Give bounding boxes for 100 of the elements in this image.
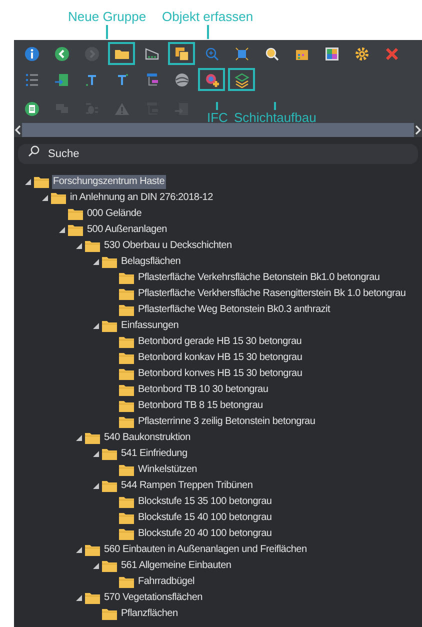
- folder-icon: [51, 192, 66, 204]
- tree-item[interactable]: Winkelstützen: [137, 463, 198, 477]
- scroll-left-icon[interactable]: [14, 124, 22, 136]
- callout-label: Schichtaufbau: [234, 110, 316, 125]
- scrollbar-track[interactable]: [22, 123, 414, 137]
- expanded-arrow-icon[interactable]: [76, 547, 82, 553]
- expanded-arrow-icon[interactable]: [92, 323, 98, 329]
- scroll-right-icon[interactable]: [414, 124, 422, 136]
- tree-item[interactable]: 000 Gelände: [86, 207, 143, 221]
- tree-item[interactable]: 540 Baukonstruktion: [103, 431, 192, 445]
- tree-item[interactable]: Betonbord konkav HB 15 30 betongrau: [137, 351, 304, 365]
- callout-label: Objekt erfassen: [162, 9, 254, 25]
- folder-icon: [102, 320, 117, 332]
- folder-icon: [102, 256, 117, 268]
- folder-icon: [119, 400, 134, 412]
- info-icon: [24, 46, 40, 62]
- expanded-arrow-icon[interactable]: [42, 195, 48, 201]
- folder-icon: [119, 512, 134, 524]
- expanded-arrow-icon[interactable]: [92, 451, 98, 457]
- folder-icon: [119, 352, 134, 364]
- gear-icon: [354, 46, 370, 62]
- folder-icon: [102, 608, 117, 620]
- close-icon: [384, 46, 400, 62]
- export-icon: [174, 100, 190, 116]
- list-icon: [24, 72, 40, 88]
- search-icon: [264, 46, 280, 62]
- expanded-arrow-icon[interactable]: [24, 179, 30, 185]
- expanded-arrow-icon[interactable]: [92, 259, 98, 265]
- tree-item[interactable]: Blockstufe 15 35 100 betongrau: [137, 495, 273, 509]
- tree-item[interactable]: Blockstufe 20 40 100 betongrau: [137, 527, 273, 541]
- tree-item[interactable]: in Anlehnung an DIN 276:2018-12: [69, 191, 214, 205]
- callout-label: Neue Gruppe: [68, 9, 146, 25]
- tree-item[interactable]: 530 Oberbau u Deckschichten: [103, 239, 233, 253]
- tree-item[interactable]: 560 Einbauten in Außenanlagen und Freiflächen: [103, 543, 308, 557]
- ifc-plus-icon: [204, 72, 220, 88]
- expanded-arrow-icon[interactable]: [58, 227, 64, 233]
- folder-icon: [102, 448, 117, 460]
- folder-icon: [119, 368, 134, 380]
- tree-item[interactable]: Pflasterfläche Weg Betonstein Bk0.3 anthrazit: [137, 303, 332, 317]
- folder-icon: [102, 480, 117, 492]
- toolbar-button[interactable]: [198, 68, 225, 91]
- folder-icon: [119, 304, 134, 316]
- folder-icon: [34, 176, 49, 188]
- expanded-arrow-icon[interactable]: [76, 595, 82, 601]
- folder-icon: [119, 288, 134, 300]
- folder-icon: [119, 336, 134, 348]
- folder-icon: [85, 544, 100, 556]
- folder-icon: [119, 464, 134, 476]
- tree-item[interactable]: 561 Allgemeine Einbauten: [120, 559, 232, 573]
- globe-icon: [174, 72, 190, 88]
- toolbar-button[interactable]: [168, 42, 195, 65]
- callout-label: IFC: [207, 110, 228, 125]
- layers-icon: [234, 72, 250, 88]
- tree-item[interactable]: Blockstufe 15 40 100 betongrau: [137, 511, 273, 525]
- folder-icon: [68, 208, 83, 220]
- tree-item[interactable]: Pflanzflächen: [120, 607, 179, 621]
- expanded-arrow-icon[interactable]: [92, 563, 98, 569]
- folder-icon: [119, 576, 134, 588]
- tree-item[interactable]: Pflasterfläche Verkehrsfläche Betonstein Bk1.0 betongrau: [137, 271, 381, 285]
- expanded-arrow-icon[interactable]: [76, 435, 82, 441]
- tree-item[interactable]: Fahrradbügel: [137, 575, 196, 589]
- expanded-arrow-icon[interactable]: [76, 243, 82, 249]
- toolbar-button[interactable]: [108, 42, 135, 65]
- tree-item[interactable]: Betonbord gerade HB 15 30 betongrau: [137, 335, 303, 349]
- copy-icon: [174, 46, 190, 62]
- folder-icon: [119, 384, 134, 396]
- tree-item[interactable]: 541 Einfriedung: [120, 447, 188, 461]
- toolbar-button[interactable]: [228, 68, 255, 91]
- folder-icon: [119, 416, 134, 428]
- leader-line: [106, 25, 108, 39]
- folder-icon: [68, 224, 83, 236]
- tree-item[interactable]: 544 Rampen Treppen Tribünen: [120, 479, 254, 493]
- tree-item[interactable]: Forschungszentrum Haste: [52, 175, 166, 189]
- shape-icon: [144, 46, 160, 62]
- zoom-in-icon: [204, 46, 220, 62]
- folder-icon: [119, 528, 134, 540]
- export-icon: [54, 72, 70, 88]
- tree-item[interactable]: 570 Vegetationsflächen: [103, 591, 204, 605]
- tree-item[interactable]: Betonbord konves HB 15 30 betongrau: [137, 367, 304, 381]
- tree-item[interactable]: Pflasterrinne 3 zeilig Betonstein betongrau: [137, 415, 316, 429]
- search-icon: [28, 145, 40, 157]
- tree-item[interactable]: Pflasterfläche Verkhersfläche Rasengitterstein Bk 1.0 betongrau: [137, 287, 407, 301]
- folder-icon: [85, 240, 100, 252]
- target-icon: [234, 46, 250, 62]
- folder-icon: [119, 272, 134, 284]
- expanded-arrow-icon[interactable]: [92, 483, 98, 489]
- leader-line: [206, 25, 209, 39]
- tree-item[interactable]: Betonbord TB 8 15 betongrau: [137, 399, 264, 413]
- warning-icon: [114, 100, 130, 116]
- tree-item[interactable]: Belagsflächen: [120, 255, 182, 269]
- tree-item[interactable]: Betonbord TB 10 30 betongrau: [137, 383, 270, 397]
- folder-icon: [102, 560, 117, 572]
- folder-icon: [85, 432, 100, 444]
- folder-icon: [119, 496, 134, 508]
- clipboard-icon: [24, 100, 40, 116]
- palette-icon: [324, 46, 340, 62]
- folder-icon: [85, 592, 100, 604]
- search-field[interactable]: Suche: [18, 144, 418, 164]
- tree-item[interactable]: 500 Außenanlagen: [86, 223, 168, 237]
- tree-item[interactable]: Einfassungen: [120, 319, 180, 333]
